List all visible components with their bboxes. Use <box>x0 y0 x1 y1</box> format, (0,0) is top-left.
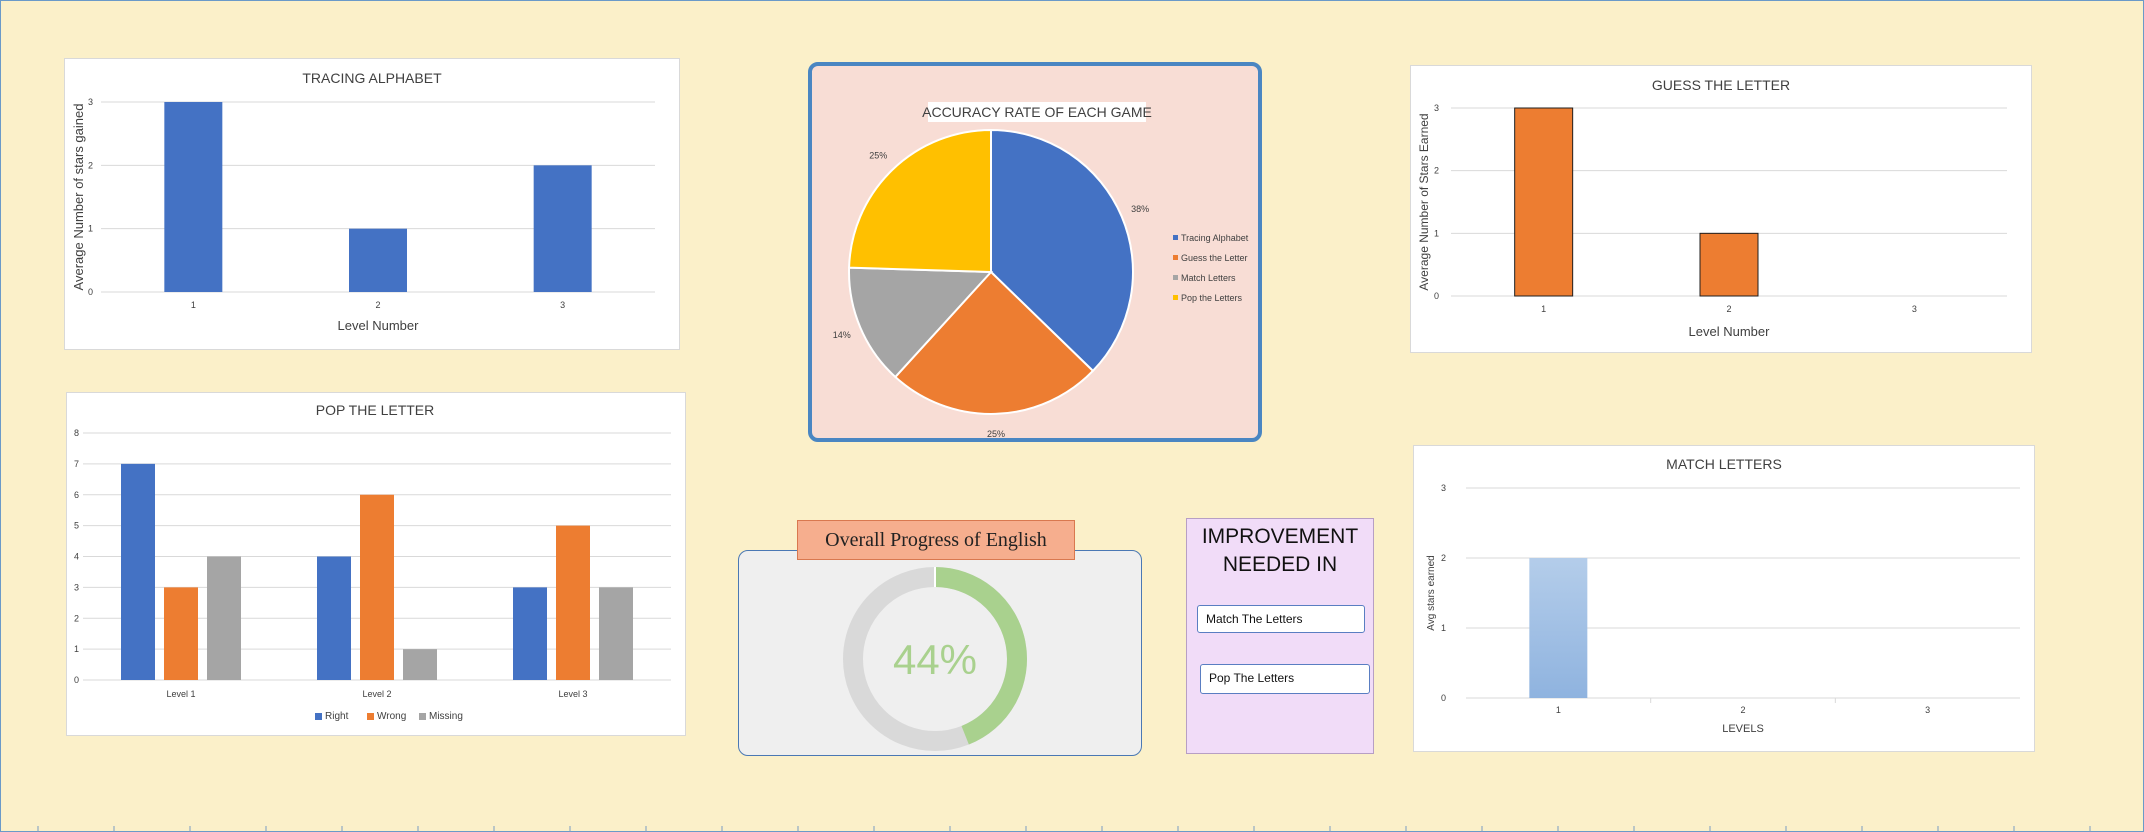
chart-title: ACCURACY RATE OF EACH GAME <box>922 104 1152 120</box>
legend-label: Pop the Letters <box>1181 293 1243 303</box>
accuracy-rate-chart: ACCURACY RATE OF EACH GAME 38% 25% 14% 25% Tr… <box>808 62 1262 442</box>
legend-label: Tracing Alphabet <box>1181 233 1249 243</box>
x-tick-label: Level 3 <box>558 689 587 699</box>
improvement-needed-panel: IMPROVEMENT NEEDED IN Match The Letters … <box>1186 518 1374 754</box>
pop-the-letter-svg: POP THE LETTER 0 1 2 3 4 5 6 7 8 Level 1 Level 2 Lev… <box>74 402 671 722</box>
y-tick-label: 1 <box>1441 623 1446 633</box>
x-tick-label: 1 <box>1541 304 1546 314</box>
y-tick-label: 6 <box>74 490 79 500</box>
y-tick-label: 2 <box>88 160 93 170</box>
bar-missing-1 <box>207 556 241 680</box>
legend-swatch-right <box>315 713 322 720</box>
bar-level-2 <box>1699 232 1759 297</box>
legend-label-wrong: Wrong <box>377 711 406 722</box>
pie-data-label: 25% <box>869 151 887 161</box>
y-tick-label: 5 <box>74 521 79 531</box>
x-tick-label: Level 1 <box>166 689 195 699</box>
bar-level-1 <box>164 102 223 292</box>
progress-donut: 44% <box>843 567 1027 751</box>
legend-swatch-missing <box>419 713 426 720</box>
improvement-item-match-letters[interactable]: Match The Letters <box>1197 605 1365 633</box>
improvement-title: IMPROVEMENT NEEDED IN <box>1187 523 1373 579</box>
chart-title: MATCH LETTERS <box>1666 456 1782 472</box>
chart-title: POP THE LETTER <box>316 402 435 418</box>
y-axis-label: Average Number of stars gained <box>71 104 86 291</box>
y-tick-label: 1 <box>88 224 93 234</box>
guess-the-letter-chart: GUESS THE LETTER 0 1 2 3 1 2 3 Level Number Avera… <box>1410 65 2032 353</box>
bar-level-3 <box>533 165 592 292</box>
x-axis-label: Level Number <box>338 318 420 333</box>
bar-missing-3 <box>599 587 633 680</box>
sheet-bottom-ticks <box>37 826 2091 832</box>
tracing-alphabet-svg: TRACING ALPHABET 0 1 2 3 1 2 3 Level Number Avera… <box>71 70 655 333</box>
y-tick-label: 0 <box>1434 291 1439 301</box>
legend-label: Guess the Letter <box>1181 253 1248 263</box>
bar-level-1 <box>1514 107 1574 297</box>
legend-swatch-wrong <box>367 713 374 720</box>
overall-progress-panel: 44% <box>738 550 1142 756</box>
bar-level-2 <box>349 228 407 292</box>
y-tick-label: 4 <box>74 552 79 562</box>
bar-level-1 <box>1529 558 1588 698</box>
match-letters-chart: MATCH LETTERS 0 1 2 3 1 2 3 LEVELS Avg stars earn… <box>1413 445 2035 752</box>
y-tick-label: 3 <box>1434 103 1439 113</box>
legend-swatch <box>1173 295 1178 300</box>
bar-missing-2 <box>403 649 437 680</box>
guess-the-letter-svg: GUESS THE LETTER 0 1 2 3 1 2 3 Level Number Avera… <box>1417 77 2007 339</box>
y-tick-label: 0 <box>1441 693 1446 703</box>
bar-right-2 <box>317 556 351 680</box>
pie-data-label: 38% <box>1131 204 1149 214</box>
y-tick-label: 3 <box>74 582 79 592</box>
legend-swatch <box>1173 275 1178 280</box>
y-tick-label: 8 <box>74 428 79 438</box>
pie-data-label: 25% <box>987 429 1005 438</box>
x-tick-label: 3 <box>1925 705 1930 715</box>
y-tick-label: 0 <box>74 675 79 685</box>
legend-swatch <box>1173 235 1178 240</box>
match-letters-svg: MATCH LETTERS 0 1 2 3 1 2 3 LEVELS Avg stars earn… <box>1426 456 2020 735</box>
legend-label: Match Letters <box>1181 273 1236 283</box>
y-tick-label: 1 <box>74 644 79 654</box>
chart-title: GUESS THE LETTER <box>1652 77 1790 93</box>
legend-swatch <box>1173 255 1178 260</box>
y-tick-label: 2 <box>1441 553 1446 563</box>
tracing-alphabet-chart: TRACING ALPHABET 0 1 2 3 1 2 3 Level Number Avera… <box>64 58 680 350</box>
chart-title: TRACING ALPHABET <box>302 70 442 86</box>
bar-wrong-2 <box>360 494 394 680</box>
improvement-item-pop-letters[interactable]: Pop The Letters <box>1200 664 1370 694</box>
y-axis-label: Average Number of Stars Earned <box>1417 113 1431 290</box>
pie-data-label: 14% <box>833 330 851 340</box>
bar-right-3 <box>513 587 547 680</box>
legend-label-missing: Missing <box>429 711 463 722</box>
y-axis-label: Avg stars earned <box>1426 555 1437 630</box>
bar-wrong-1 <box>164 587 198 680</box>
x-tick-label: 2 <box>375 300 380 310</box>
progress-percent: 44% <box>893 636 977 683</box>
x-tick-label: 2 <box>1726 304 1731 314</box>
improvement-title-line1: IMPROVEMENT <box>1201 525 1359 548</box>
overall-progress-title: Overall Progress of English <box>797 520 1075 560</box>
x-tick-label: Level 2 <box>362 689 391 699</box>
pop-the-letter-chart: POP THE LETTER 0 1 2 3 4 5 6 7 8 Level 1 Level 2 Lev… <box>66 392 686 736</box>
y-tick-label: 2 <box>1434 166 1439 176</box>
x-axis-label: Level Number <box>1689 324 1771 339</box>
x-tick-label: 3 <box>560 300 565 310</box>
bar-wrong-3 <box>556 525 590 680</box>
x-tick-label: 3 <box>1912 304 1917 314</box>
x-tick-label: 2 <box>1740 705 1745 715</box>
y-tick-label: 0 <box>88 287 93 297</box>
x-tick-label: 1 <box>1556 705 1561 715</box>
legend-label-right: Right <box>325 711 349 722</box>
y-tick-label: 1 <box>1434 228 1439 238</box>
x-tick-label: 1 <box>191 300 196 310</box>
y-tick-label: 3 <box>1441 483 1446 493</box>
y-tick-label: 2 <box>74 613 79 623</box>
bar-right-1 <box>121 463 155 680</box>
y-tick-label: 3 <box>88 97 93 107</box>
accuracy-rate-svg: ACCURACY RATE OF EACH GAME 38% 25% 14% 25% Tr… <box>833 102 1249 438</box>
y-tick-label: 7 <box>74 459 79 469</box>
x-axis-label: LEVELS <box>1722 723 1764 735</box>
improvement-title-line2: NEEDED IN <box>1222 553 1338 576</box>
